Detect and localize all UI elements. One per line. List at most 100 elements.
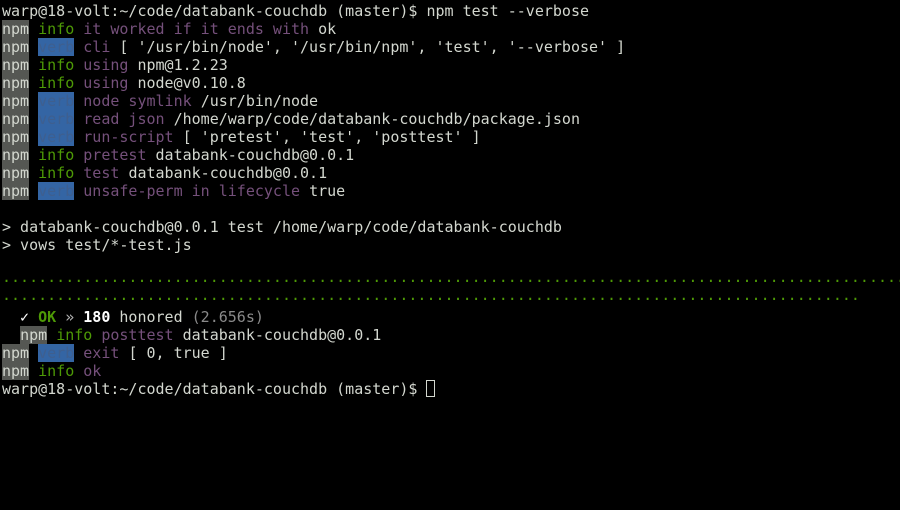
- terminal-text: info: [38, 146, 75, 164]
- terminal-window[interactable]: warp@18-volt:~/code/databank-couchdb (ma…: [0, 0, 900, 510]
- terminal-text: npm: [2, 20, 30, 38]
- terminal-text: npm: [2, 164, 30, 182]
- terminal-text: npm: [2, 362, 30, 380]
- terminal-text: info: [38, 20, 75, 38]
- terminal-text: info: [38, 74, 75, 92]
- terminal-text: npm: [20, 326, 48, 344]
- terminal-line: npm info posttest databank-couchdb@0.0.1: [2, 326, 900, 344]
- terminal-text: [ 'pretest', 'test', 'posttest' ]: [182, 128, 481, 146]
- terminal-line: npm verb cli [ '/usr/bin/node', '/usr/bi…: [2, 38, 900, 56]
- terminal-line: npm info pretest databank-couchdb@0.0.1: [2, 146, 900, 164]
- terminal-line: npm verb node symlink /usr/bin/node: [2, 92, 900, 110]
- terminal-line: npm verb read json /home/warp/code/datab…: [2, 110, 900, 128]
- terminal-text: honored: [110, 308, 192, 326]
- terminal-text: npm: [2, 182, 30, 200]
- terminal-line: npm verb run-script [ 'pretest', 'test',…: [2, 128, 900, 146]
- terminal-text: npm: [2, 56, 30, 74]
- terminal-text: cli: [74, 38, 120, 56]
- terminal-line: warp@18-volt:~/code/databank-couchdb (ma…: [2, 380, 900, 398]
- terminal-text: npm: [2, 344, 30, 362]
- terminal-text: true: [309, 182, 346, 200]
- terminal-text: posttest: [92, 326, 183, 344]
- terminal-text: > vows test/*-test.js: [2, 236, 192, 254]
- terminal-line: ✓ OK » 180 honored (2.656s): [2, 308, 900, 326]
- terminal-text: npm: [2, 110, 30, 128]
- terminal-text: databank-couchdb@0.0.1: [155, 146, 355, 164]
- terminal-text: using: [74, 56, 138, 74]
- terminal-line: > vows test/*-test.js: [2, 236, 900, 254]
- terminal-text: ok: [318, 20, 337, 38]
- terminal-text: pretest: [74, 146, 156, 164]
- terminal-text: databank-couchdb@0.0.1: [182, 326, 382, 344]
- terminal-text: »: [56, 308, 84, 326]
- terminal-text: test: [74, 164, 129, 182]
- terminal-line: warp@18-volt:~/code/databank-couchdb (ma…: [2, 2, 900, 20]
- terminal-text: verb: [38, 110, 75, 128]
- terminal-line: npm verb unsafe-perm in lifecycle true: [2, 182, 900, 200]
- terminal-text: run-script: [74, 128, 183, 146]
- terminal-line: npm verb exit [ 0, true ]: [2, 344, 900, 362]
- terminal-text: verb: [38, 182, 75, 200]
- terminal-text: > databank-couchdb@0.0.1 test /home/warp…: [2, 218, 562, 236]
- terminal-text: node@v0.10.8: [137, 74, 246, 92]
- terminal-text: info: [38, 362, 75, 380]
- terminal-text: info: [38, 164, 75, 182]
- terminal-text: warp@18-volt:~/code/databank-couchdb (ma…: [2, 380, 427, 398]
- terminal-text: databank-couchdb@0.0.1: [128, 164, 328, 182]
- terminal-line: npm info using npm@1.2.23: [2, 56, 900, 74]
- terminal-text: ········································…: [2, 290, 860, 308]
- terminal-text: using: [74, 74, 138, 92]
- terminal-text: verb: [38, 128, 75, 146]
- terminal-text: 180: [83, 308, 111, 326]
- terminal-line: npm info using node@v0.10.8: [2, 74, 900, 92]
- terminal-text: ········································…: [2, 272, 900, 290]
- terminal-text: exit: [74, 344, 129, 362]
- terminal-text: info: [56, 326, 93, 344]
- terminal-line: ········································…: [2, 272, 900, 290]
- terminal-line: npm info test databank-couchdb@0.0.1: [2, 164, 900, 182]
- terminal-line: npm info it worked if it ends with ok: [2, 20, 900, 38]
- terminal-text: /usr/bin/node: [200, 92, 319, 110]
- terminal-text: verb: [38, 344, 75, 362]
- terminal-text: warp@18-volt:~/code/databank-couchdb (ma…: [2, 2, 589, 20]
- terminal-text: verb: [38, 92, 75, 110]
- terminal-text: OK: [38, 308, 57, 326]
- terminal-text: [ '/usr/bin/node', '/usr/bin/npm', 'test…: [119, 38, 626, 56]
- terminal-text: it worked if it ends with: [74, 20, 319, 38]
- terminal-line: ········································…: [2, 290, 900, 308]
- terminal-text: unsafe-perm in lifecycle: [74, 182, 310, 200]
- terminal-line: > databank-couchdb@0.0.1 test /home/warp…: [2, 218, 900, 236]
- terminal-text: npm: [2, 146, 30, 164]
- terminal-text: npm: [2, 74, 30, 92]
- terminal-text: ok: [74, 362, 102, 380]
- terminal-text: verb: [38, 38, 75, 56]
- terminal-text: (2.656s): [191, 308, 264, 326]
- text-cursor: [426, 380, 436, 397]
- terminal-text: info: [38, 56, 75, 74]
- terminal-text: read json: [74, 110, 174, 128]
- terminal-text: npm: [2, 128, 30, 146]
- terminal-text: [ 0, true ]: [128, 344, 228, 362]
- terminal-text: npm: [2, 38, 30, 56]
- terminal-text: npm@1.2.23: [137, 56, 228, 74]
- terminal-text: ✓: [2, 308, 39, 326]
- terminal-text: node symlink: [74, 92, 201, 110]
- terminal-line: npm info ok: [2, 362, 900, 380]
- terminal-text: npm: [2, 92, 30, 110]
